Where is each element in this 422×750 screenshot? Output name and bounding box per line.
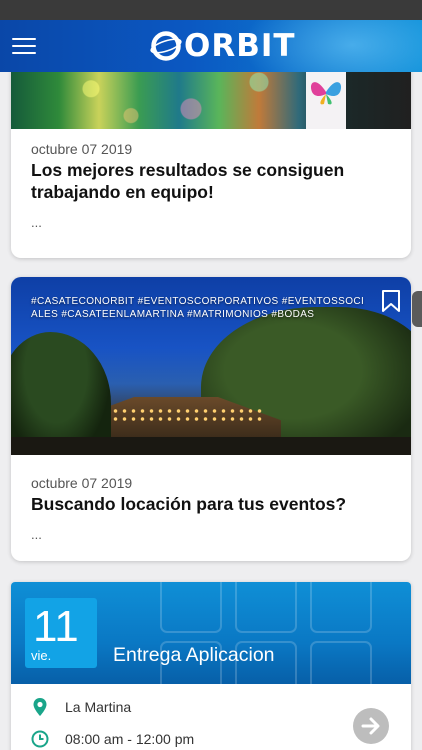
orbit-logo-icon	[150, 31, 182, 61]
event-location-row: La Martina	[31, 698, 131, 716]
post-date: octubre 07 2019	[31, 141, 133, 157]
feed: octubre 07 2019 Los mejores resultados s…	[0, 72, 422, 750]
event-card[interactable]: 11 vie. Entrega Aplicacion La Martina 08…	[11, 582, 411, 750]
side-scroll-handle[interactable]	[412, 291, 422, 327]
post-excerpt: ...	[31, 527, 42, 542]
location-pin-icon	[31, 698, 49, 716]
menu-icon[interactable]	[12, 36, 38, 56]
post-image: #CASATECONORBIT #EVENTOSCORPORATIVOS #EV…	[11, 277, 411, 455]
event-weekday: vie.	[31, 648, 52, 663]
bookmark-icon[interactable]	[381, 289, 401, 313]
event-time-row: 08:00 am - 12:00 pm	[31, 730, 194, 748]
event-location: La Martina	[65, 699, 132, 715]
status-bar	[0, 0, 422, 20]
brand-name: ORBIT	[184, 28, 296, 64]
post-excerpt: ...	[31, 215, 42, 230]
event-date-badge: 11 vie.	[25, 598, 97, 668]
arrow-right-icon	[361, 717, 380, 735]
open-event-button[interactable]	[353, 708, 389, 744]
post-date: octubre 07 2019	[31, 475, 133, 491]
post-card[interactable]: octubre 07 2019 Los mejores resultados s…	[11, 72, 411, 258]
post-hashtags: #CASATECONORBIT #EVENTOSCORPORATIVOS #EV…	[31, 296, 365, 320]
post-title[interactable]: Los mejores resultados se consiguen trab…	[31, 159, 391, 203]
app-bar: ORBIT	[0, 20, 422, 72]
event-day: 11	[33, 602, 79, 651]
post-image	[11, 72, 411, 129]
event-details: La Martina 08:00 am - 12:00 pm	[11, 684, 411, 750]
butterfly-icon	[310, 82, 342, 105]
event-title[interactable]: Entrega Aplicacion	[113, 644, 275, 667]
event-time: 08:00 am - 12:00 pm	[65, 731, 195, 747]
post-title[interactable]: Buscando locación para tus eventos?	[31, 493, 391, 515]
post-card[interactable]: #CASATECONORBIT #EVENTOSCORPORATIVOS #EV…	[11, 277, 411, 561]
event-banner: 11 vie. Entrega Aplicacion	[11, 582, 411, 684]
calendar-background	[160, 582, 372, 684]
clock-icon	[31, 730, 49, 748]
brand-logo: ORBIT	[150, 28, 296, 64]
